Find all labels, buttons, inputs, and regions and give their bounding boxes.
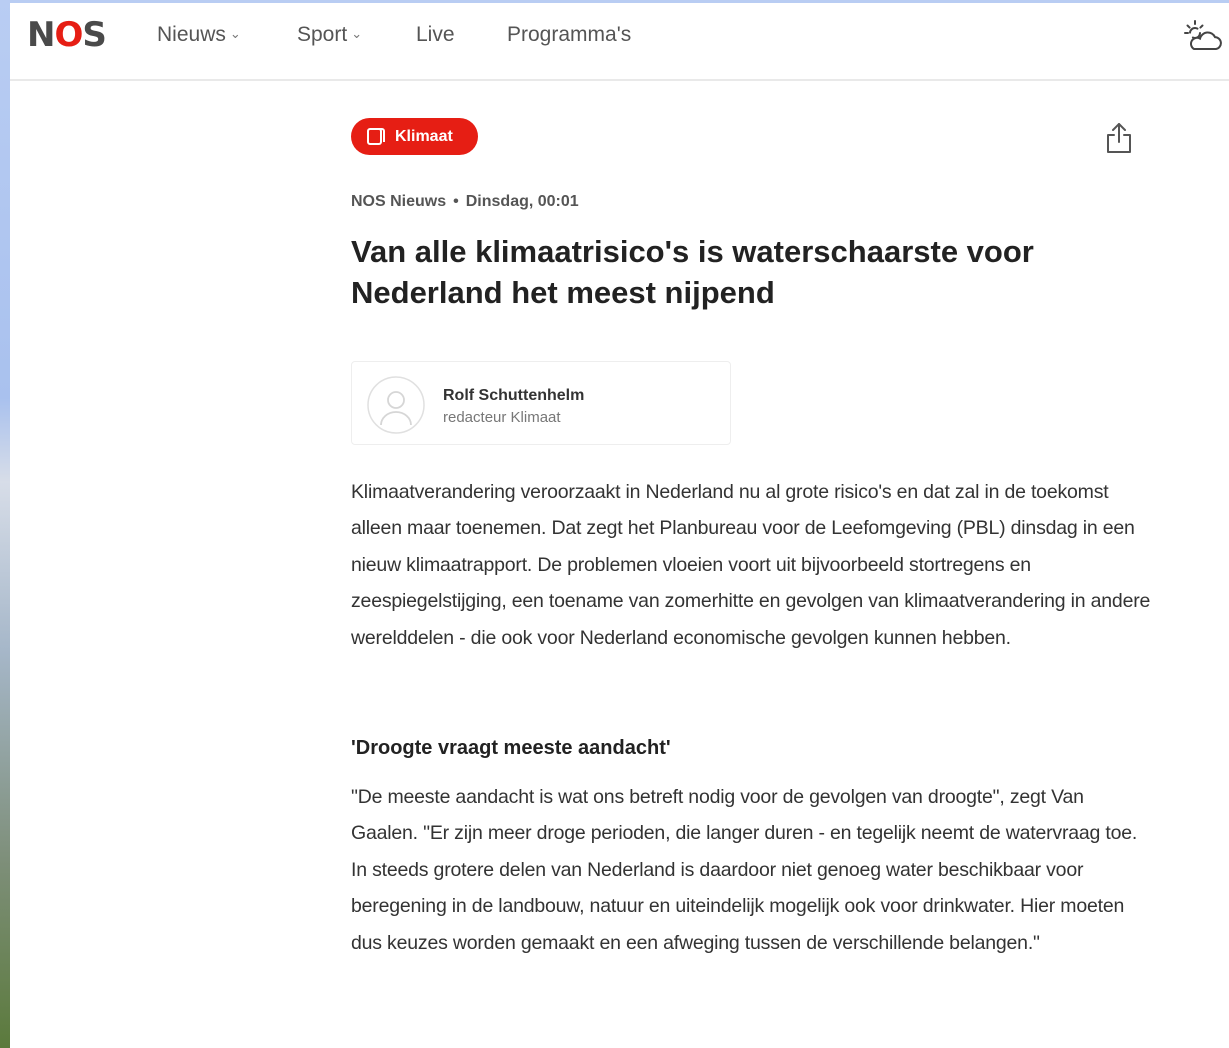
desktop-wallpaper bbox=[0, 0, 10, 1048]
bookmark-icon bbox=[367, 128, 385, 145]
logo-letter-o: O bbox=[54, 15, 83, 55]
article-source: NOS Nieuws bbox=[351, 193, 447, 210]
category-tag-klimaat[interactable]: Klimaat bbox=[351, 118, 478, 155]
site-header: NOS Nieuws ⌄ Sport ⌄ Live Programma's bbox=[10, 3, 1229, 81]
category-label: Klimaat bbox=[395, 128, 453, 145]
nav-item-nieuws[interactable]: Nieuws ⌄ bbox=[157, 22, 241, 50]
nav-item-label: Programma's bbox=[507, 23, 632, 46]
author-role: redacteur Klimaat bbox=[443, 409, 561, 426]
nav-item-sport[interactable]: Sport ⌄ bbox=[297, 22, 362, 50]
nav-item-programmas[interactable]: Programma's bbox=[507, 22, 631, 48]
article-paragraph: "De meeste aandacht is wat ons betreft n… bbox=[351, 786, 1138, 954]
article-meta: NOS Nieuws • Dinsdag, 00:01 bbox=[351, 192, 579, 212]
nav-item-label: Nieuws bbox=[157, 23, 226, 46]
browser-page: NOS Nieuws ⌄ Sport ⌄ Live Programma's Kl… bbox=[10, 3, 1229, 1048]
chevron-down-icon: ⌄ bbox=[351, 26, 363, 41]
article-paragraph: Klimaatverandering veroorzaakt in Nederl… bbox=[351, 481, 1151, 649]
partly-cloudy-icon[interactable] bbox=[1182, 19, 1222, 55]
nav-item-label: Sport bbox=[297, 23, 348, 46]
meta-separator: • bbox=[453, 193, 459, 210]
author-card[interactable]: Rolf Schuttenhelm redacteur Klimaat bbox=[351, 361, 731, 445]
share-icon[interactable] bbox=[1103, 121, 1135, 155]
author-name[interactable]: Rolf Schuttenhelm bbox=[443, 386, 584, 406]
nos-logo[interactable]: NOS bbox=[27, 15, 107, 55]
article-subheading: 'Droogte vraagt meeste aandacht' bbox=[351, 737, 671, 759]
chevron-down-icon: ⌄ bbox=[229, 26, 241, 41]
user-avatar-icon bbox=[367, 376, 425, 434]
article-date: Dinsdag, 00:01 bbox=[465, 193, 579, 210]
nav-item-live[interactable]: Live bbox=[416, 22, 455, 48]
article-title: Van alle klimaatrisico's is waterschaars… bbox=[351, 234, 1034, 310]
logo-letter-n: N bbox=[27, 15, 55, 55]
logo-letter-s: S bbox=[82, 15, 106, 55]
nav-item-label: Live bbox=[416, 23, 455, 46]
